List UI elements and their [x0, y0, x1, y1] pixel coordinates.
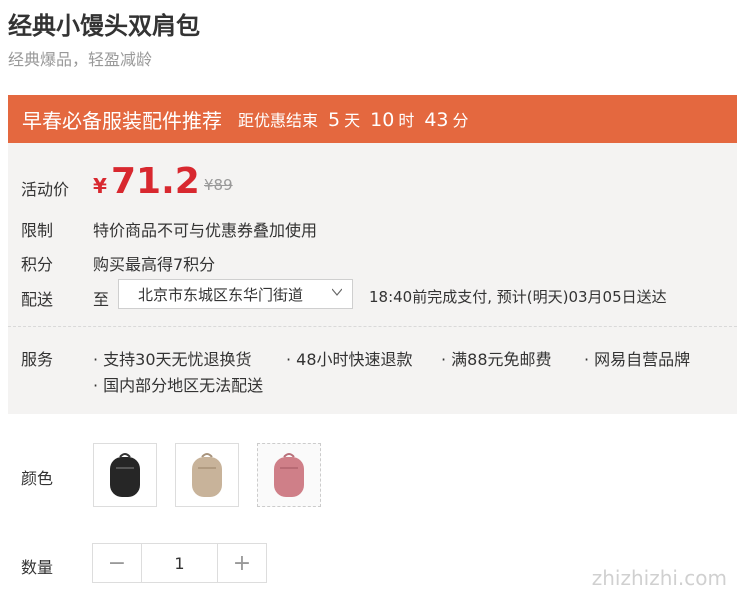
points-label: 积分	[21, 255, 54, 274]
address-value: 北京市东城区东华门街道	[138, 285, 304, 304]
delivery-to: 至	[93, 290, 110, 309]
increase-button[interactable]: +	[218, 544, 266, 582]
activity-price: 71.2	[111, 161, 200, 202]
service-item: · 支持30天无忧退换货	[93, 350, 252, 369]
countdown-minutes: 43	[424, 109, 449, 131]
color-option-pink[interactable]	[257, 443, 321, 507]
restriction-label: 限制	[21, 221, 54, 240]
product-title: 经典小馒头双肩包	[8, 12, 200, 40]
restriction-text: 特价商品不可与优惠券叠加使用	[93, 221, 318, 240]
decrease-button[interactable]: −	[93, 544, 141, 582]
service-item: · 48小时快速退款	[286, 350, 413, 369]
original-price: ¥89	[204, 176, 233, 194]
countdown-days: 5	[328, 109, 341, 131]
product-subtitle: 经典爆品，轻盈减龄	[8, 50, 153, 69]
promo-countdown: 距优惠结束 5 天 10 时 43 分	[238, 107, 469, 131]
color-option-black[interactable]	[93, 443, 157, 507]
backpack-pink-image	[274, 453, 304, 497]
countdown-hours-unit: 时	[398, 111, 415, 130]
promo-title: 早春必备服装配件推荐	[22, 108, 222, 133]
address-select[interactable]: 北京市东城区东华门街道	[118, 279, 353, 309]
divider	[8, 326, 737, 327]
chevron-down-icon	[332, 288, 342, 296]
points-text: 购买最高得7积分	[93, 255, 216, 274]
backpack-beige-image	[192, 453, 222, 497]
delivery-estimate: 18:40前完成支付, 预计(明天)03月05日送达	[369, 288, 667, 306]
color-label: 颜色	[21, 469, 54, 488]
promo-banner: 早春必备服装配件推荐 距优惠结束 5 天 10 时 43 分	[8, 95, 737, 143]
price-currency: ¥	[93, 174, 107, 198]
backpack-black-image	[110, 453, 140, 497]
delivery-label: 配送	[21, 290, 54, 309]
price-label: 活动价	[21, 180, 70, 199]
info-panel: 活动价 ¥ 71.2 ¥89 限制 特价商品不可与优惠券叠加使用 积分 购买最高…	[8, 143, 737, 414]
countdown-days-unit: 天	[344, 111, 361, 130]
countdown-hours: 10	[370, 109, 395, 131]
service-label: 服务	[21, 350, 54, 369]
quantity-input[interactable]: 1	[141, 544, 218, 582]
countdown-minutes-unit: 分	[452, 111, 469, 130]
countdown-label: 距优惠结束	[238, 111, 319, 130]
service-item: · 网易自营品牌	[584, 350, 691, 369]
watermark-text: zhizhizhi.com	[591, 566, 727, 590]
quantity-label: 数量	[21, 558, 54, 577]
service-item: · 国内部分地区无法配送	[93, 376, 264, 395]
color-option-beige[interactable]	[175, 443, 239, 507]
service-item: · 满88元免邮费	[441, 350, 552, 369]
quantity-stepper: − 1 +	[92, 543, 267, 583]
